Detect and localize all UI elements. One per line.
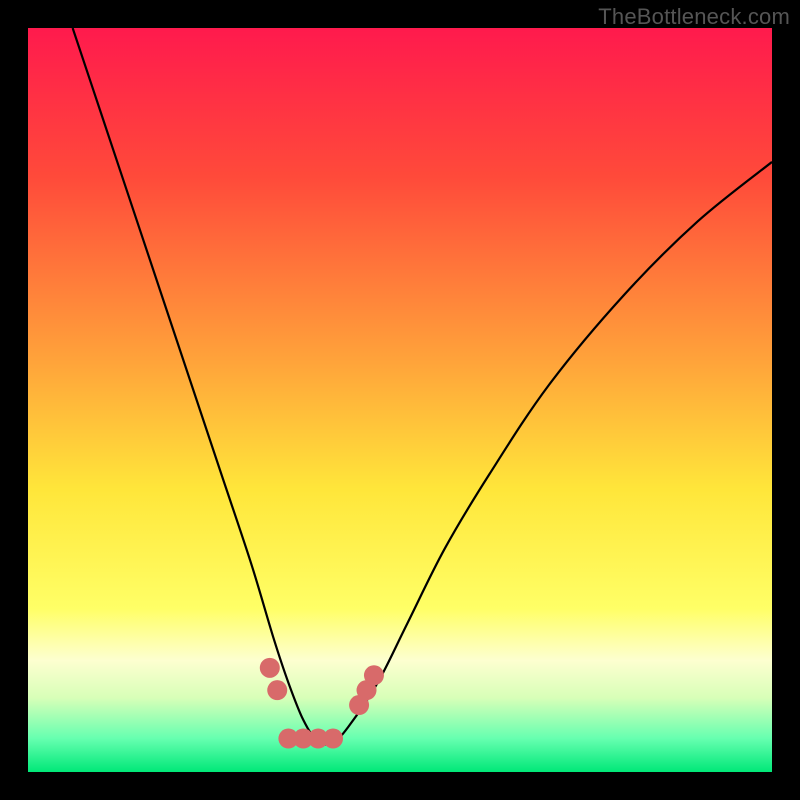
watermark-text: TheBottleneck.com: [598, 4, 790, 30]
bottleneck-chart: [28, 28, 772, 772]
gradient-background: [28, 28, 772, 772]
marker-point: [323, 729, 343, 749]
marker-point: [260, 658, 280, 678]
marker-point: [364, 665, 384, 685]
marker-point: [267, 680, 287, 700]
chart-frame: [28, 28, 772, 772]
